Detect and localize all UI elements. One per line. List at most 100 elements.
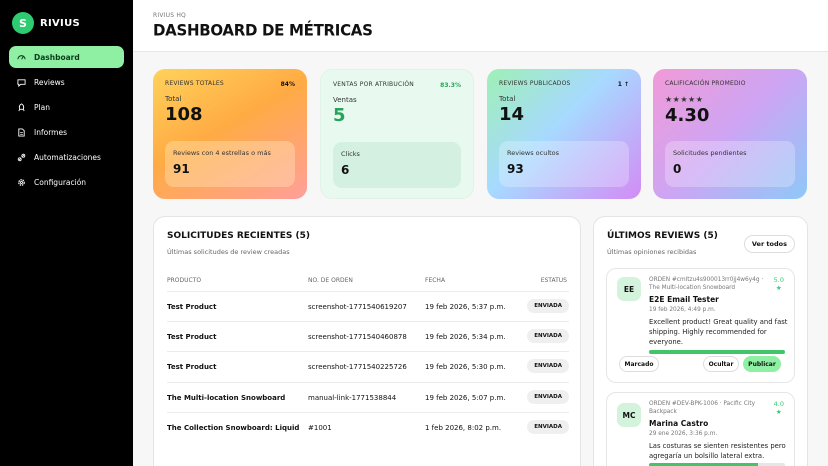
sidebar-item-label: Reviews	[34, 77, 65, 87]
kpi-sublabel: Ventas	[333, 96, 357, 104]
sidebar-item-label: Automatizaciones	[34, 152, 101, 162]
status-badge: ENVIADA	[527, 420, 569, 434]
kpi-card-reviews-publicados: REVIEWS PUBLICADOS 1 ↑ Total 14 Reviews …	[487, 69, 641, 199]
product-cell: The Collection Snowboard: Liquid	[167, 424, 300, 432]
sidebar-item-reviews[interactable]: Reviews	[9, 71, 124, 93]
sidebar: S RIVIUS Dashboard Reviews Plan Informes…	[0, 0, 133, 466]
kpi-sublabel: Total	[499, 95, 516, 103]
panel-title: ÚLTIMOS REVIEWS (5)	[607, 231, 718, 241]
column-header-orden: NO. DE ORDEN	[308, 277, 353, 284]
star-icon: ★	[775, 284, 782, 292]
date-cell: 19 feb 2026, 5:07 p.m.	[425, 394, 506, 402]
recent-requests-panel: SOLICITUDES RECIENTES (5) Últimas solici…	[153, 216, 581, 466]
review-score: 5.0 ★	[774, 276, 784, 292]
review-date: 19 feb 2026, 4:49 p.m.	[649, 307, 716, 313]
kpi-badge: 83.3%	[440, 82, 461, 89]
review-text: Excellent product! Great quality and fas…	[649, 318, 788, 346]
kpi-value: 108	[165, 104, 203, 125]
date-cell: 19 feb 2026, 5:37 p.m.	[425, 303, 506, 311]
kpi-card-reviews-totales: REVIEWS TOTALES 84% Total 108 Reviews co…	[153, 69, 307, 199]
kpi-badge: 1 ↑	[617, 81, 629, 88]
order-cell: manual-link-1771538844	[308, 394, 397, 402]
kpi-inner-label: Clicks	[341, 150, 360, 158]
kpi-inner-value: 6	[341, 163, 350, 177]
table-row[interactable]: Test Product screenshot-1771540460878 19…	[167, 321, 569, 351]
product-cell: Test Product	[167, 333, 217, 341]
page-header: RIVIUS HQ DASHBOARD DE MÉTRICAS	[133, 0, 828, 52]
status-badge: ENVIADA	[527, 359, 569, 373]
kpi-value: 4.30	[665, 105, 710, 126]
marcado-button[interactable]: Marcado	[619, 356, 659, 372]
product-cell: The Multi-location Snowboard	[167, 394, 286, 402]
sidebar-item-dashboard[interactable]: Dashboard	[9, 46, 124, 68]
sidebar-item-informes[interactable]: Informes	[9, 121, 124, 143]
gear-icon	[17, 178, 26, 187]
column-header-fecha: FECHA	[425, 277, 446, 284]
gauge-icon	[17, 53, 26, 62]
sidebar-item-plan[interactable]: Plan	[9, 96, 124, 118]
kpi-inner-value: 0	[673, 162, 682, 176]
kpi-label: REVIEWS TOTALES	[165, 80, 224, 87]
sidebar-item-automatizaciones[interactable]: Automatizaciones	[9, 146, 124, 168]
table-row[interactable]: Test Product screenshot-1771540225726 19…	[167, 351, 569, 381]
avatar: EE	[617, 277, 641, 301]
brand[interactable]: S RIVIUS	[12, 12, 80, 34]
publicar-button[interactable]: Publicar	[743, 356, 781, 372]
kpi-value: 5	[333, 105, 346, 126]
date-cell: 1 feb 2026, 8:02 p.m.	[425, 424, 502, 432]
kpi-card-ventas-atribucion: VENTAS POR ATRIBUCIÓN 83.3% Ventas 5 Cli…	[320, 69, 474, 199]
status-badge: ENVIADA	[527, 299, 569, 313]
panel-title: SOLICITUDES RECIENTES (5)	[167, 231, 310, 241]
see-all-button[interactable]: Ver todos	[743, 235, 795, 253]
sidebar-item-label: Plan	[34, 102, 50, 112]
rocket-icon	[17, 102, 26, 112]
panel-subtitle: Últimas opiniones recibidas	[607, 248, 697, 256]
order-cell: screenshot-1771540225726	[308, 363, 407, 371]
review-date: 29 ene 2026, 3:36 p.m.	[649, 431, 718, 437]
sidebar-item-label: Informes	[34, 127, 67, 137]
kpi-sublabel: Total	[165, 95, 182, 103]
kpi-badge: 84%	[280, 81, 295, 88]
sidebar-item-label: Dashboard	[34, 52, 80, 62]
brand-name: RIVIUS	[40, 17, 81, 29]
review-text: Las costuras se sienten resistentes pero…	[649, 442, 786, 460]
status-badge: ENVIADA	[527, 329, 569, 343]
date-cell: 19 feb 2026, 5:30 p.m.	[425, 363, 506, 371]
review-progress-fill	[649, 350, 785, 354]
review-card: EE ORDEN #cmltzu4s900013rr0jj4w6y4g · Th…	[606, 268, 795, 383]
kpi-label: CALIFICACIÓN PROMEDIO	[665, 80, 746, 87]
table-row[interactable]: The Collection Snowboard: Liquid #1001 1…	[167, 412, 569, 442]
reviewer-name: E2E Email Tester	[649, 295, 719, 304]
date-cell: 19 feb 2026, 5:34 p.m.	[425, 333, 506, 341]
kpi-value: 14	[499, 104, 525, 125]
sidebar-item-configuracion[interactable]: Configuración	[9, 171, 124, 193]
score-value: 5.0	[773, 276, 784, 284]
reviewer-name: Marina Castro	[649, 419, 709, 428]
chat-bubble-icon	[17, 78, 26, 87]
kpi-inner-value: 91	[173, 162, 190, 176]
kpi-inner-box: Reviews ocultos 93	[499, 141, 629, 187]
breadcrumb[interactable]: RIVIUS HQ	[153, 12, 186, 19]
kpi-inner-box: Reviews con 4 estrellas o más 91	[165, 141, 295, 187]
brand-logo: S	[12, 12, 34, 34]
document-icon	[17, 127, 26, 137]
ocultar-button[interactable]: Ocultar	[703, 356, 739, 372]
table-row[interactable]: The Multi-location Snowboard manual-link…	[167, 382, 569, 412]
sidebar-nav: Dashboard Reviews Plan Informes Automati…	[9, 46, 124, 196]
product-cell: Test Product	[167, 303, 217, 311]
kpi-inner-label: Solicitudes pendientes	[673, 149, 747, 157]
page-title: DASHBOARD DE MÉTRICAS	[153, 20, 373, 40]
kpi-inner-value: 93	[507, 162, 524, 176]
kpi-inner-label: Reviews ocultos	[507, 149, 560, 157]
kpi-label: REVIEWS PUBLICADOS	[499, 80, 571, 87]
panel-subtitle: Últimas solicitudes de review creadas	[167, 248, 290, 256]
avatar: MC	[617, 403, 641, 427]
link-icon	[17, 153, 26, 162]
order-cell: #1001	[308, 424, 332, 432]
star-icon: ★	[775, 408, 782, 416]
column-header-producto: PRODUCTO	[167, 277, 202, 284]
order-cell: screenshot-1771540619207	[308, 303, 407, 311]
table-row[interactable]: Test Product screenshot-1771540619207 19…	[167, 291, 569, 321]
kpi-inner-box: Clicks 6	[333, 142, 461, 188]
kpi-inner-box: Solicitudes pendientes 0	[665, 141, 795, 187]
